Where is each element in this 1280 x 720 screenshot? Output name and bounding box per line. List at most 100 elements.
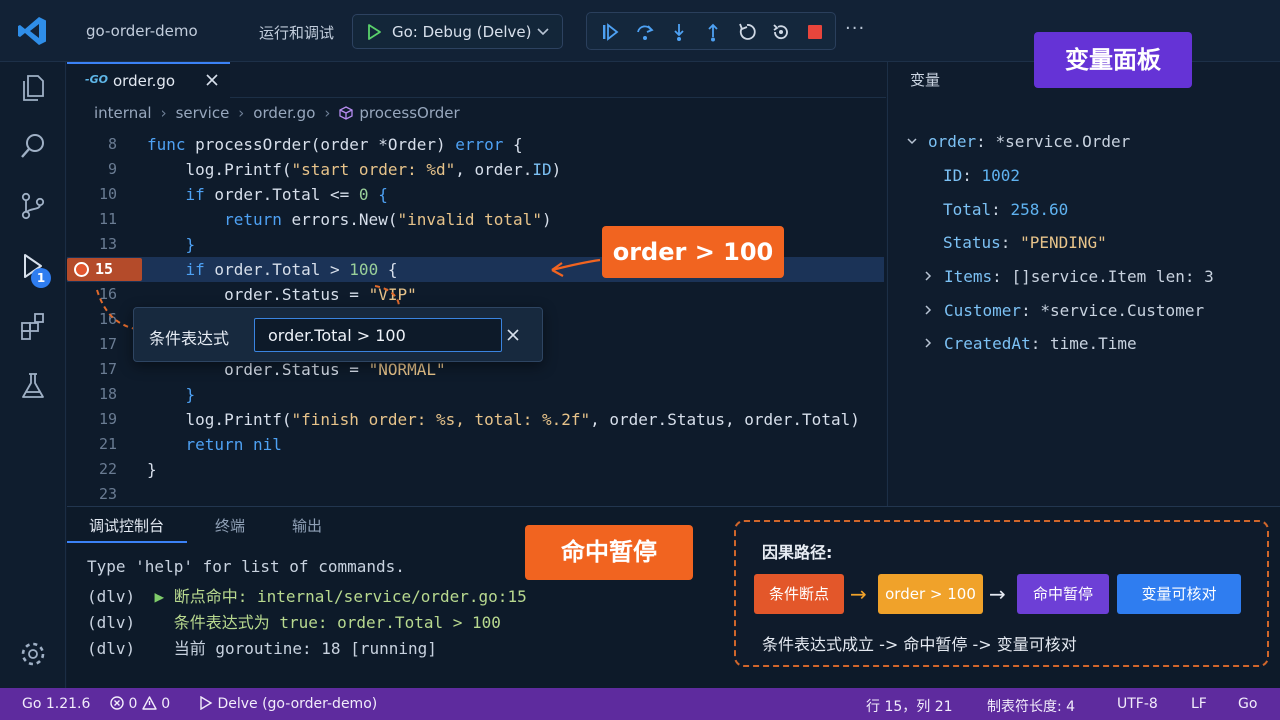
chevron-right-icon[interactable] bbox=[922, 337, 934, 349]
debug-toolbar bbox=[586, 12, 836, 50]
cursor-position[interactable]: 行 15，列 21 bbox=[866, 696, 953, 716]
console-line: Type 'help' for list of commands. bbox=[87, 557, 405, 576]
console-line: (dlv) 条件表达式为 true: order.Total > 100 bbox=[87, 613, 501, 632]
line-number: 9 bbox=[107, 160, 117, 178]
code-line: 18 } bbox=[67, 382, 886, 407]
causal-chip: 变量可核对 bbox=[1117, 574, 1241, 614]
line-number: 13 bbox=[98, 235, 117, 253]
callout-condition: order > 100 bbox=[602, 226, 784, 278]
start-debugging-icon[interactable] bbox=[365, 23, 383, 41]
condition-expression-input[interactable] bbox=[254, 318, 502, 352]
tab-output[interactable]: 输出 bbox=[292, 515, 322, 536]
chevron-right-icon[interactable] bbox=[922, 270, 934, 282]
variable-customer[interactable]: Customer: *service.Customer bbox=[922, 301, 1204, 320]
line-number: 16 bbox=[98, 285, 117, 303]
activity-bar: 1 bbox=[0, 62, 66, 688]
callout-hit-pause: 命中暂停 bbox=[525, 525, 693, 580]
breadcrumb-item[interactable]: internal bbox=[94, 104, 152, 122]
tab-debug-console[interactable]: 调试控制台 bbox=[89, 515, 164, 536]
debug-configuration-label: Go: Debug (Delve) bbox=[392, 23, 532, 41]
variable-createdat[interactable]: CreatedAt: time.Time bbox=[922, 334, 1137, 353]
causal-path-title: 因果路径: bbox=[762, 543, 833, 562]
variable-items[interactable]: Items: []service.Item len: 3 bbox=[922, 267, 1214, 286]
variable-order[interactable]: order: *service.Order bbox=[906, 132, 1130, 151]
line-number: 8 bbox=[107, 135, 117, 153]
code-text: } bbox=[185, 385, 196, 404]
file-encoding[interactable]: UTF-8 bbox=[1117, 696, 1158, 712]
variable-status[interactable]: Status: "PENDING" bbox=[943, 233, 1107, 252]
code-text: } bbox=[185, 235, 196, 254]
chevron-down-icon[interactable] bbox=[906, 135, 918, 147]
chevron-right-icon: › bbox=[324, 104, 331, 122]
condition-label: 条件表达式 bbox=[149, 329, 230, 348]
settings-gear-icon[interactable] bbox=[17, 638, 49, 670]
chevron-right-icon[interactable] bbox=[922, 304, 934, 316]
extensions-icon[interactable] bbox=[17, 310, 49, 342]
line-number: 10 bbox=[98, 185, 117, 203]
more-actions-icon[interactable]: ··· bbox=[845, 18, 865, 39]
debug-icon bbox=[200, 695, 213, 711]
code-line: 16 order.Status = "VIP" bbox=[67, 282, 886, 307]
step-out-icon[interactable] bbox=[702, 21, 724, 43]
explorer-icon[interactable] bbox=[17, 72, 49, 104]
debug-session[interactable]: Delve (go-order-demo) bbox=[198, 695, 377, 712]
go-file-icon: -GO bbox=[85, 73, 108, 86]
step-over-icon[interactable] bbox=[634, 21, 656, 43]
close-icon[interactable] bbox=[506, 328, 520, 342]
code-text: if order.Total > 100 { bbox=[185, 260, 398, 279]
step-into-icon[interactable] bbox=[668, 21, 690, 43]
tab-order-go[interactable]: -GO order.go bbox=[67, 62, 230, 98]
continue-icon[interactable] bbox=[599, 21, 621, 43]
warning-icon bbox=[142, 696, 157, 710]
chevron-down-icon bbox=[537, 28, 549, 36]
arrow-right-icon: → bbox=[989, 582, 1006, 606]
line-number: 11 bbox=[98, 210, 117, 228]
tab-size[interactable]: 制表符长度: 4 bbox=[987, 696, 1075, 716]
breakpoint-gutter[interactable]: 15 bbox=[67, 258, 142, 281]
console-line: (dlv) 当前 goroutine: 18 [running] bbox=[87, 639, 437, 658]
end-of-line[interactable]: LF bbox=[1191, 696, 1207, 712]
debug-badge: 1 bbox=[31, 268, 51, 288]
conditional-breakpoint-icon[interactable] bbox=[74, 262, 89, 277]
stop-icon[interactable] bbox=[804, 21, 826, 43]
breadcrumb: internal › service › order.go › processOrder bbox=[94, 104, 460, 122]
testing-icon[interactable] bbox=[17, 370, 49, 402]
run-and-debug-activity[interactable]: 1 bbox=[17, 250, 51, 288]
breadcrumb-item[interactable]: service bbox=[176, 104, 230, 122]
breadcrumb-item[interactable]: order.go bbox=[253, 104, 315, 122]
variable-id[interactable]: ID: 1002 bbox=[943, 166, 1020, 185]
debug-configuration-select[interactable]: Go: Debug (Delve) bbox=[352, 14, 563, 49]
language-mode[interactable]: Go bbox=[1238, 696, 1257, 712]
play-marker-icon: ▶ bbox=[154, 587, 165, 606]
line-number: 19 bbox=[98, 410, 117, 428]
code-line: 21 return nil bbox=[67, 432, 886, 457]
causal-chip: 命中暂停 bbox=[1017, 574, 1109, 614]
causal-chip: 条件断点 bbox=[754, 574, 844, 614]
variables-title: 变量 bbox=[910, 71, 941, 89]
line-number: 21 bbox=[98, 435, 117, 453]
workspace-name[interactable]: go-order-demo bbox=[86, 22, 198, 40]
code-line: 22 } bbox=[67, 457, 886, 482]
source-control-icon[interactable] bbox=[17, 190, 49, 222]
editor-tab-bar: -GO order.go bbox=[67, 62, 886, 98]
arrow-right-icon: → bbox=[850, 582, 867, 606]
close-icon[interactable] bbox=[205, 73, 219, 87]
variable-total[interactable]: Total: 258.60 bbox=[943, 200, 1068, 219]
code-text: log.Printf("start order: %d", order.ID) bbox=[147, 160, 562, 179]
status-bar: Go 1.21.6 0 0 Delve (go-order-demo) 行 15… bbox=[0, 688, 1280, 720]
restart-icon[interactable] bbox=[736, 21, 758, 43]
search-icon[interactable] bbox=[17, 130, 49, 162]
code-text: order.Status = "VIP" bbox=[147, 285, 417, 304]
tab-terminal[interactable]: 终端 bbox=[215, 515, 245, 536]
line-number: 16 bbox=[98, 310, 117, 328]
problems-indicator[interactable]: 0 0 bbox=[110, 696, 170, 712]
breadcrumb-item[interactable]: processOrder bbox=[359, 104, 459, 122]
go-version[interactable]: Go 1.21.6 bbox=[22, 696, 90, 712]
active-tab-indicator bbox=[67, 541, 187, 543]
callout-variables-panel: 变量面板 bbox=[1034, 32, 1192, 88]
line-number: 22 bbox=[98, 460, 117, 478]
vscode-logo-icon[interactable] bbox=[16, 15, 48, 47]
restart-frame-icon[interactable] bbox=[770, 21, 792, 43]
code-line: 19 log.Printf("finish order: %s, total: … bbox=[67, 407, 886, 432]
code-text: return errors.New("invalid total") bbox=[224, 210, 552, 229]
